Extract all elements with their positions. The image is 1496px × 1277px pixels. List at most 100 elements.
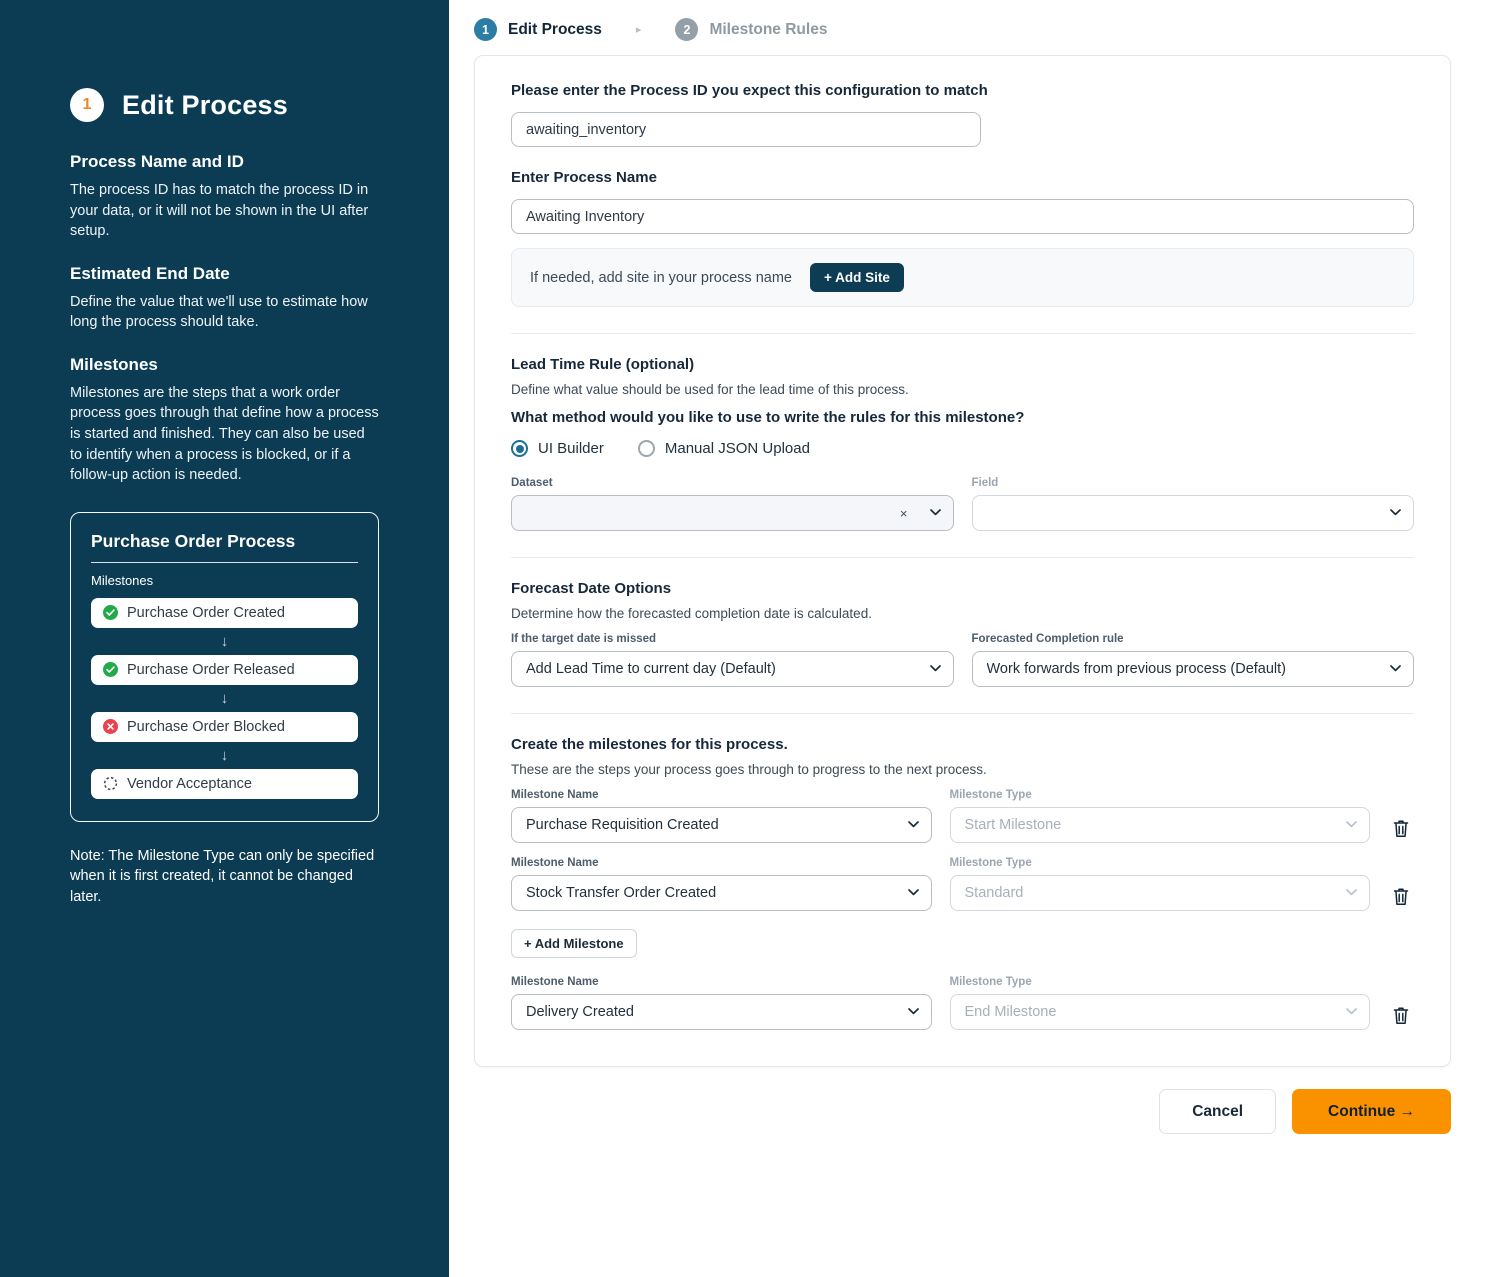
- dataset-select[interactable]: ×: [511, 495, 954, 531]
- milestone-row-end: Milestone Name Delivery Created Mileston…: [511, 976, 1414, 1030]
- milestone-type-value: End Milestone: [965, 1004, 1339, 1020]
- cancel-button[interactable]: Cancel: [1159, 1089, 1276, 1134]
- sidebar-header: 1 Edit Process: [70, 88, 379, 122]
- milestone-name-select[interactable]: Purchase Requisition Created: [511, 807, 932, 843]
- milestone-name-select[interactable]: Stock Transfer Order Created: [511, 875, 932, 911]
- chevron-down-icon: [908, 819, 919, 831]
- lead-time-method-question: What method would you like to use to wri…: [511, 409, 1414, 426]
- sidebar-step-badge: 1: [70, 88, 104, 122]
- milestone-name-column: Milestone Name Delivery Created: [511, 976, 932, 1030]
- chevron-down-icon: [1390, 507, 1401, 519]
- delete-milestone-button[interactable]: [1388, 1005, 1414, 1030]
- milestone-type-select: Standard: [950, 875, 1371, 911]
- stepper-label-milestone-rules: Milestone Rules: [709, 21, 827, 39]
- sidebar-body-estimated-end-date: Define the value that we'll use to estim…: [70, 292, 379, 333]
- radio-ui-builder[interactable]: UI Builder: [511, 440, 604, 457]
- stepper-separator-icon: ▸: [636, 23, 642, 36]
- chevron-down-icon: [1346, 1006, 1357, 1018]
- delete-milestone-button[interactable]: [1388, 886, 1414, 911]
- dataset-label: Dataset: [511, 477, 954, 489]
- milestone-type-value: Standard: [965, 885, 1339, 901]
- missed-target-select[interactable]: Add Lead Time to current day (Default): [511, 651, 954, 687]
- dataset-field-row: Dataset × Field: [511, 477, 1414, 531]
- continue-button[interactable]: Continue →: [1292, 1089, 1451, 1134]
- milestone-name-value: Delivery Created: [526, 1004, 900, 1020]
- chevron-down-icon: [930, 663, 941, 675]
- main-content: 1 Edit Process ▸ 2 Milestone Rules Pleas…: [449, 0, 1496, 1277]
- milestone-type-column: Milestone Type Start Milestone: [950, 789, 1371, 843]
- stepper-step-edit-process[interactable]: 1 Edit Process: [474, 18, 602, 41]
- milestone-name-value: Stock Transfer Order Created: [526, 885, 900, 901]
- milestone-type-select: End Milestone: [950, 994, 1371, 1030]
- trash-icon: [1392, 886, 1410, 906]
- sidebar-heading-process-name-id: Process Name and ID: [70, 152, 379, 172]
- chevron-down-icon: [908, 887, 919, 899]
- milestone-name-label: Milestone Name: [511, 789, 932, 801]
- preview-milestone-label: Purchase Order Blocked: [127, 719, 285, 735]
- page-root: 1 Edit Process Process Name and ID The p…: [0, 0, 1496, 1277]
- process-id-label: Please enter the Process ID you expect t…: [511, 82, 1414, 99]
- radio-manual-json-upload[interactable]: Manual JSON Upload: [638, 440, 810, 457]
- dataset-column: Dataset ×: [511, 477, 954, 531]
- milestone-type-select: Start Milestone: [950, 807, 1371, 843]
- completion-rule-column: Forecasted Completion rule Work forwards…: [972, 633, 1415, 687]
- chevron-down-icon: [908, 1006, 919, 1018]
- milestone-name-column: Milestone Name Purchase Requisition Crea…: [511, 789, 932, 843]
- add-site-button[interactable]: + Add Site: [810, 263, 904, 292]
- preview-milestone-label: Purchase Order Released: [127, 662, 295, 678]
- stepper-label-edit-process: Edit Process: [508, 21, 602, 39]
- radio-label-manual-json-upload: Manual JSON Upload: [665, 440, 810, 457]
- missed-target-column: If the target date is missed Add Lead Ti…: [511, 633, 954, 687]
- sidebar: 1 Edit Process Process Name and ID The p…: [0, 0, 449, 1277]
- milestone-type-label: Milestone Type: [950, 789, 1371, 801]
- stepper-badge-1: 1: [474, 18, 497, 41]
- add-milestone-button[interactable]: + Add Milestone: [511, 929, 637, 958]
- milestone-type-label: Milestone Type: [950, 976, 1371, 988]
- delete-milestone-button[interactable]: [1388, 818, 1414, 843]
- section-divider: [511, 333, 1414, 334]
- field-label: Field: [972, 477, 1415, 489]
- sidebar-note: Note: The Milestone Type can only be spe…: [70, 846, 379, 908]
- error-circle-icon: [103, 719, 118, 734]
- stepper-badge-2: 2: [675, 18, 698, 41]
- radio-label-ui-builder: UI Builder: [538, 440, 604, 457]
- field-select[interactable]: [972, 495, 1415, 531]
- preview-milestone-label: Vendor Acceptance: [127, 776, 252, 792]
- process-name-input[interactable]: Awaiting Inventory: [511, 199, 1414, 234]
- lead-time-method-radio-group: UI Builder Manual JSON Upload: [511, 440, 1414, 457]
- milestone-row: Milestone Name Purchase Requisition Crea…: [511, 789, 1414, 843]
- add-site-hint: If needed, add site in your process name: [530, 270, 792, 286]
- sidebar-title: Edit Process: [122, 90, 288, 121]
- trash-icon: [1392, 1005, 1410, 1025]
- lead-time-heading: Lead Time Rule (optional): [511, 356, 1414, 373]
- missed-target-label: If the target date is missed: [511, 633, 954, 645]
- preview-milestone-label: Purchase Order Created: [127, 605, 285, 621]
- stepper-step-milestone-rules[interactable]: 2 Milestone Rules: [675, 18, 827, 41]
- create-milestones-description: These are the steps your process goes th…: [511, 762, 1414, 777]
- process-name-label: Enter Process Name: [511, 169, 1414, 186]
- process-card-subtitle: Milestones: [91, 573, 358, 588]
- field-column: Field: [972, 477, 1415, 531]
- add-site-container: If needed, add site in your process name…: [511, 248, 1414, 307]
- sidebar-heading-milestones: Milestones: [70, 355, 379, 375]
- preview-milestone-item: Purchase Order Blocked: [91, 712, 358, 742]
- milestone-type-value: Start Milestone: [965, 817, 1339, 833]
- missed-target-value: Add Lead Time to current day (Default): [526, 661, 922, 677]
- chevron-down-icon: [930, 507, 941, 519]
- sidebar-body-process-name-id: The process ID has to match the process …: [70, 180, 379, 242]
- clear-icon[interactable]: ×: [900, 506, 908, 521]
- milestone-name-label: Milestone Name: [511, 857, 932, 869]
- create-milestones-heading: Create the milestones for this process.: [511, 736, 1414, 753]
- milestone-type-column: Milestone Type End Milestone: [950, 976, 1371, 1030]
- completion-rule-select[interactable]: Work forwards from previous process (Def…: [972, 651, 1415, 687]
- process-id-input[interactable]: awaiting_inventory: [511, 112, 981, 147]
- process-card-title: Purchase Order Process: [91, 531, 358, 552]
- radio-selected-icon: [511, 440, 528, 457]
- milestone-row: Milestone Name Stock Transfer Order Crea…: [511, 857, 1414, 911]
- footer-actions: Cancel Continue →: [474, 1067, 1451, 1134]
- completion-rule-value: Work forwards from previous process (Def…: [987, 661, 1383, 677]
- milestone-name-label: Milestone Name: [511, 976, 932, 988]
- milestone-name-select[interactable]: Delivery Created: [511, 994, 932, 1030]
- chevron-down-icon: [1346, 819, 1357, 831]
- process-preview-card: Purchase Order Process Milestones Purcha…: [70, 512, 379, 822]
